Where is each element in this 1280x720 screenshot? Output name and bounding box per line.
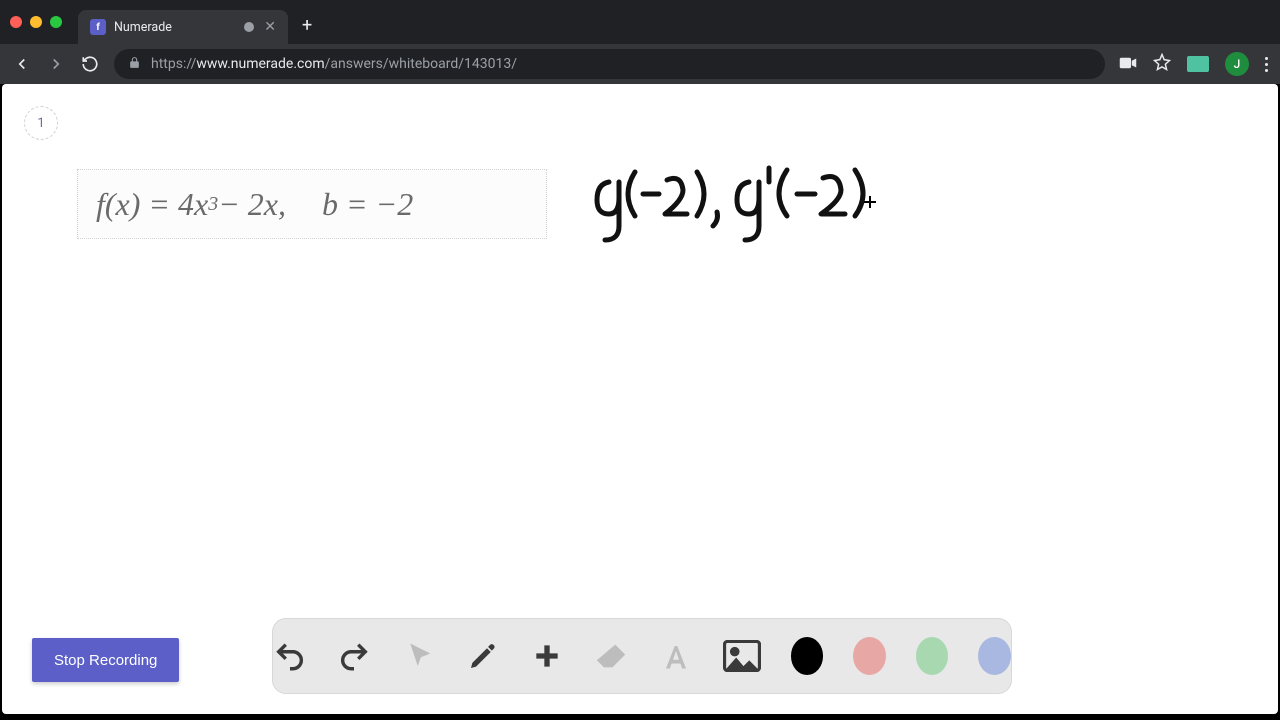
page-number-badge[interactable]: 1 (24, 106, 58, 140)
menu-button[interactable] (1265, 57, 1268, 72)
tab-recording-indicator (244, 22, 254, 32)
color-black[interactable] (791, 637, 824, 675)
redo-button[interactable] (337, 636, 371, 676)
tab-favicon: f (90, 19, 106, 35)
whiteboard-toolbar (272, 618, 1012, 694)
page-viewport: 1 f(x) = 4x3 − 2x, b = −2 Stop Recording (2, 84, 1278, 714)
url-path: /answers/whiteboard/143013/ (325, 56, 517, 72)
window-minimize-button[interactable] (30, 16, 42, 28)
back-button[interactable] (12, 55, 32, 73)
image-tool[interactable] (723, 636, 761, 676)
address-bar: https://www.numerade.com/answers/whitebo… (0, 44, 1280, 84)
bookmark-star-icon[interactable] (1153, 53, 1171, 75)
pointer-tool[interactable] (402, 636, 436, 676)
extension-icon[interactable] (1187, 56, 1209, 72)
browser-tab[interactable]: f Numerade ✕ (78, 10, 288, 44)
handwritten-annotation (587, 164, 897, 254)
window-close-button[interactable] (10, 16, 22, 28)
stop-recording-button[interactable]: Stop Recording (32, 638, 179, 682)
url-host: www.numerade.com (196, 56, 324, 72)
color-green[interactable] (916, 637, 949, 675)
browser-chrome: f Numerade ✕ + https://www.numerade.com/… (0, 0, 1280, 84)
undo-button[interactable] (273, 636, 307, 676)
tab-title: Numerade (114, 20, 172, 35)
formula-fx: f(x) = 4x (96, 186, 208, 223)
lock-icon (128, 56, 141, 73)
forward-button[interactable] (46, 55, 66, 73)
window-controls (10, 16, 62, 28)
toolbar-right: J (1119, 52, 1268, 76)
crosshair-cursor (864, 196, 876, 208)
camera-icon[interactable] (1119, 55, 1137, 74)
text-tool[interactable] (659, 636, 693, 676)
color-red[interactable] (853, 637, 886, 675)
url-input[interactable]: https://www.numerade.com/answers/whitebo… (114, 49, 1105, 79)
color-blue[interactable] (978, 637, 1011, 675)
profile-avatar[interactable]: J (1225, 52, 1249, 76)
formula-box[interactable]: f(x) = 4x3 − 2x, b = −2 (77, 169, 547, 239)
formula-exponent: 3 (208, 193, 218, 216)
url-protocol: https:// (151, 56, 196, 72)
eraser-tool[interactable] (594, 636, 628, 676)
add-tool[interactable] (530, 636, 564, 676)
pen-tool[interactable] (466, 636, 500, 676)
formula-b: b = −2 (322, 186, 413, 223)
titlebar: f Numerade ✕ + (0, 0, 1280, 44)
formula-tail: − 2x, (218, 186, 286, 223)
tab-close-button[interactable]: ✕ (264, 20, 276, 34)
window-zoom-button[interactable] (50, 16, 62, 28)
reload-button[interactable] (80, 55, 100, 73)
new-tab-button[interactable]: + (302, 15, 312, 36)
